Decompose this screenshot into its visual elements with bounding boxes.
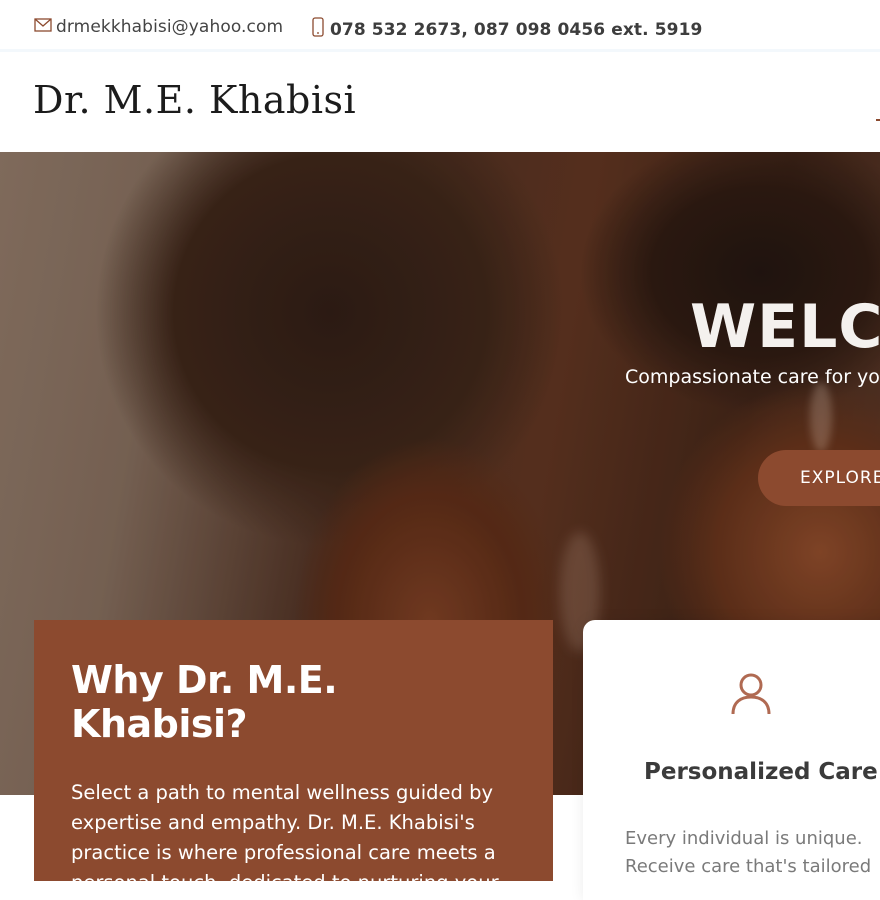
why-title: Why Dr. M.E. Khabisi? — [71, 658, 338, 746]
feature-description: Every individual is unique. Receive care… — [625, 825, 880, 881]
mobile-phone-icon — [312, 17, 324, 42]
top-contact-bar: drmekkhabisi@yahoo.com 078 532 2673, 087… — [0, 0, 880, 52]
feature-line: Every individual is unique. — [625, 828, 863, 849]
hero-subtitle: Compassionate care for yo — [625, 366, 880, 388]
why-section-card: Why Dr. M.E. Khabisi? Select a path to m… — [34, 620, 553, 881]
hero-title: WELCO — [690, 292, 880, 362]
phone-contact[interactable]: 078 532 2673, 087 098 0456 ext. 5919 — [312, 17, 702, 42]
envelope-icon — [34, 17, 52, 37]
why-description: Select a path to mental wellness guided … — [71, 781, 499, 881]
site-header: Dr. M.E. Khabisi — [0, 52, 880, 152]
feature-title: Personalized Care — [644, 759, 878, 785]
explore-button[interactable]: EXPLORE — [758, 450, 880, 506]
site-logo-text[interactable]: Dr. M.E. Khabisi — [33, 78, 356, 122]
person-icon — [730, 672, 772, 720]
feature-card-personalized-care: Personalized Care Every individual is un… — [583, 620, 880, 900]
nav-indicator — [876, 119, 880, 121]
feature-line: Receive care that's tailored — [625, 856, 872, 877]
email-text[interactable]: drmekkhabisi@yahoo.com — [56, 17, 283, 37]
phone-text[interactable]: 078 532 2673, 087 098 0456 ext. 5919 — [330, 20, 702, 40]
email-contact[interactable]: drmekkhabisi@yahoo.com — [34, 17, 283, 37]
